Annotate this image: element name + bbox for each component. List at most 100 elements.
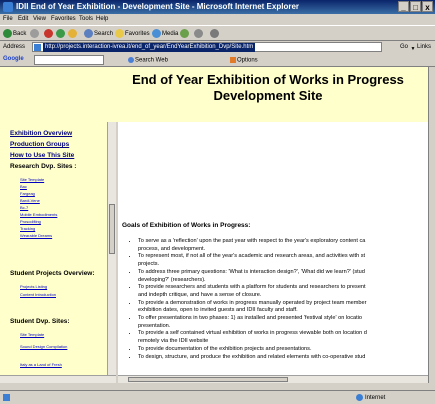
sidebar-frame: Exhibition Overview Production Groups Ho… — [0, 122, 116, 383]
security-zone: Internet — [356, 394, 385, 401]
home-icon — [68, 29, 77, 38]
page-title-line2: Development Site — [213, 88, 323, 103]
student-sites-heading: Student Dvp. Sites: — [10, 318, 70, 325]
menu-view[interactable]: View — [33, 16, 46, 22]
minimize-button[interactable]: _ — [398, 1, 409, 12]
goal-line: To provide a demonstration of works in p… — [138, 300, 428, 308]
goal-line: To provide documentation of the exhibiti… — [138, 346, 428, 354]
page-title-line1: End of Year Exhibition of Works in Progr… — [132, 72, 404, 87]
sidebar-horizontal-scrollbar[interactable] — [0, 375, 116, 383]
nav-production-groups[interactable]: Production Groups — [10, 141, 69, 148]
go-button[interactable]: Go — [400, 44, 408, 50]
goals-heading: Goals of Exhibition of Works in Progress… — [122, 222, 251, 229]
ie-icon — [3, 2, 13, 12]
nav-exhibition-overview[interactable]: Exhibition Overview — [10, 130, 72, 137]
options-button[interactable]: Options — [230, 57, 258, 64]
window-title: IDII End of Year Exhibition - Developmen… — [16, 2, 300, 11]
maximize-button[interactable]: □ — [410, 1, 421, 12]
student-overview-heading: Student Projects Overview: — [10, 270, 95, 277]
main-hscroll-thumb[interactable] — [128, 377, 288, 382]
google-logo[interactable]: Google — [3, 56, 24, 62]
goal-line: remotely via the IDII website — [138, 338, 209, 345]
search-button[interactable]: Search — [84, 29, 113, 38]
goal-line: To serve as a 'reflection' upon the past… — [138, 238, 428, 246]
refresh-button[interactable] — [56, 29, 66, 38]
address-dropdown-icon[interactable]: ▼ — [409, 45, 417, 53]
refresh-icon — [56, 29, 65, 38]
student-link-sound-design[interactable]: Sound Design Compilation — [20, 344, 67, 349]
options-label: Options — [237, 57, 258, 64]
home-button[interactable] — [68, 29, 78, 38]
menu-edit[interactable]: Edit — [18, 16, 28, 22]
media-label: Media — [162, 31, 179, 38]
page-banner: End of Year Exhibition of Works in Progr… — [0, 67, 428, 122]
research-link-mobile-embodiments[interactable]: Mobile Embodiments — [20, 212, 57, 217]
research-link-site-template[interactable]: Site Template — [20, 177, 44, 182]
goal-line: exhibition dates, open to invited guests… — [138, 307, 298, 314]
research-link-bardi-vene[interactable]: Bardi-Vene — [20, 198, 40, 203]
page-status-icon — [3, 394, 10, 401]
main-horizontal-scrollbar[interactable] — [118, 375, 428, 383]
google-search-input[interactable] — [34, 55, 104, 65]
goal-line: To address three primary questions: 'Wha… — [138, 269, 428, 277]
research-link-prosodifiing[interactable]: Prosodifiing — [20, 219, 41, 224]
search-web-button[interactable]: Search Web — [128, 57, 168, 64]
student-link-content-introduction[interactable]: Content Introduction — [20, 292, 56, 297]
address-label: Address — [3, 44, 26, 50]
goal-line: and indepth critique, and have a sense o… — [138, 291, 262, 298]
research-link-bc7[interactable]: Bc-7 — [20, 205, 28, 210]
student-link-projects-listing[interactable]: Projects Listing — [20, 284, 47, 289]
main-vertical-scrollbar[interactable] — [428, 67, 435, 383]
back-label: Back — [13, 31, 27, 38]
menu-help[interactable]: Help — [96, 16, 108, 22]
mail-button[interactable] — [194, 29, 204, 38]
forward-button[interactable] — [30, 29, 40, 38]
google-toolbar: Google Search Web Options — [0, 54, 435, 67]
student-link-italy[interactable]: Italy as a Land of Fresh — [20, 362, 62, 367]
forward-arrow-icon — [30, 29, 39, 38]
history-button[interactable] — [180, 29, 190, 38]
address-field[interactable]: http://projects.interaction-ivrea.it/end… — [32, 42, 415, 52]
research-sites-heading: Research Dvp. Sites : — [10, 163, 77, 170]
goal-line: presentation. — [138, 322, 171, 329]
goal-line: projects. — [138, 261, 160, 268]
page-title: End of Year Exhibition of Works in Progr… — [118, 72, 418, 104]
goal-line: process, and development. — [138, 245, 206, 252]
title-bar: IDII End of Year Exhibition - Developmen… — [0, 0, 435, 14]
address-url: http://projects.interaction-ivrea.it/end… — [43, 43, 256, 52]
search-web-label: Search Web — [135, 57, 168, 64]
search-web-icon — [128, 57, 134, 63]
goal-line: To design, structure, and produce the ex… — [138, 354, 428, 362]
sidebar-scrollbar[interactable] — [107, 122, 116, 383]
research-link-bac[interactable]: Bac — [20, 184, 27, 189]
menu-favorites[interactable]: Favorites — [51, 16, 76, 22]
goals-list: To serve as a 'reflection' upon the past… — [130, 238, 428, 361]
search-label: Search — [94, 31, 114, 38]
address-bar: Address http://projects.interaction-ivre… — [0, 41, 435, 54]
page-icon — [34, 44, 41, 51]
favorites-button[interactable]: Favorites — [115, 29, 150, 38]
menu-file[interactable]: File — [3, 16, 13, 22]
research-link-wearable-dreams[interactable]: Wearable Dreams — [20, 233, 52, 238]
menu-tools[interactable]: Tools — [79, 16, 93, 22]
media-button[interactable]: Media — [152, 29, 178, 38]
standard-toolbar: Back Search Favorites Media — [0, 25, 435, 41]
close-button[interactable]: x — [422, 1, 433, 12]
research-link-tracking[interactable]: Tracking — [20, 226, 35, 231]
back-button[interactable]: Back — [3, 29, 26, 38]
star-icon — [115, 29, 124, 38]
nav-how-to-use[interactable]: How to Use This Site — [10, 152, 74, 159]
links-button[interactable]: Links — [417, 44, 431, 50]
back-arrow-icon — [3, 29, 12, 38]
goal-line: To offer presentations in two phases: 1)… — [138, 315, 428, 323]
mail-icon — [194, 29, 203, 38]
print-button[interactable] — [210, 29, 220, 38]
stop-button[interactable] — [44, 29, 54, 38]
goal-line: To provide researchers and students with… — [138, 284, 428, 292]
student-link-site-template[interactable]: Site Template — [20, 332, 44, 337]
print-icon — [210, 29, 219, 38]
window-controls: _ □ x — [398, 1, 433, 12]
goal-line: developing?' (researchers). — [138, 276, 206, 283]
research-link-fargeag[interactable]: Fargeag — [20, 191, 35, 196]
sidebar-scroll-thumb[interactable] — [109, 204, 115, 254]
